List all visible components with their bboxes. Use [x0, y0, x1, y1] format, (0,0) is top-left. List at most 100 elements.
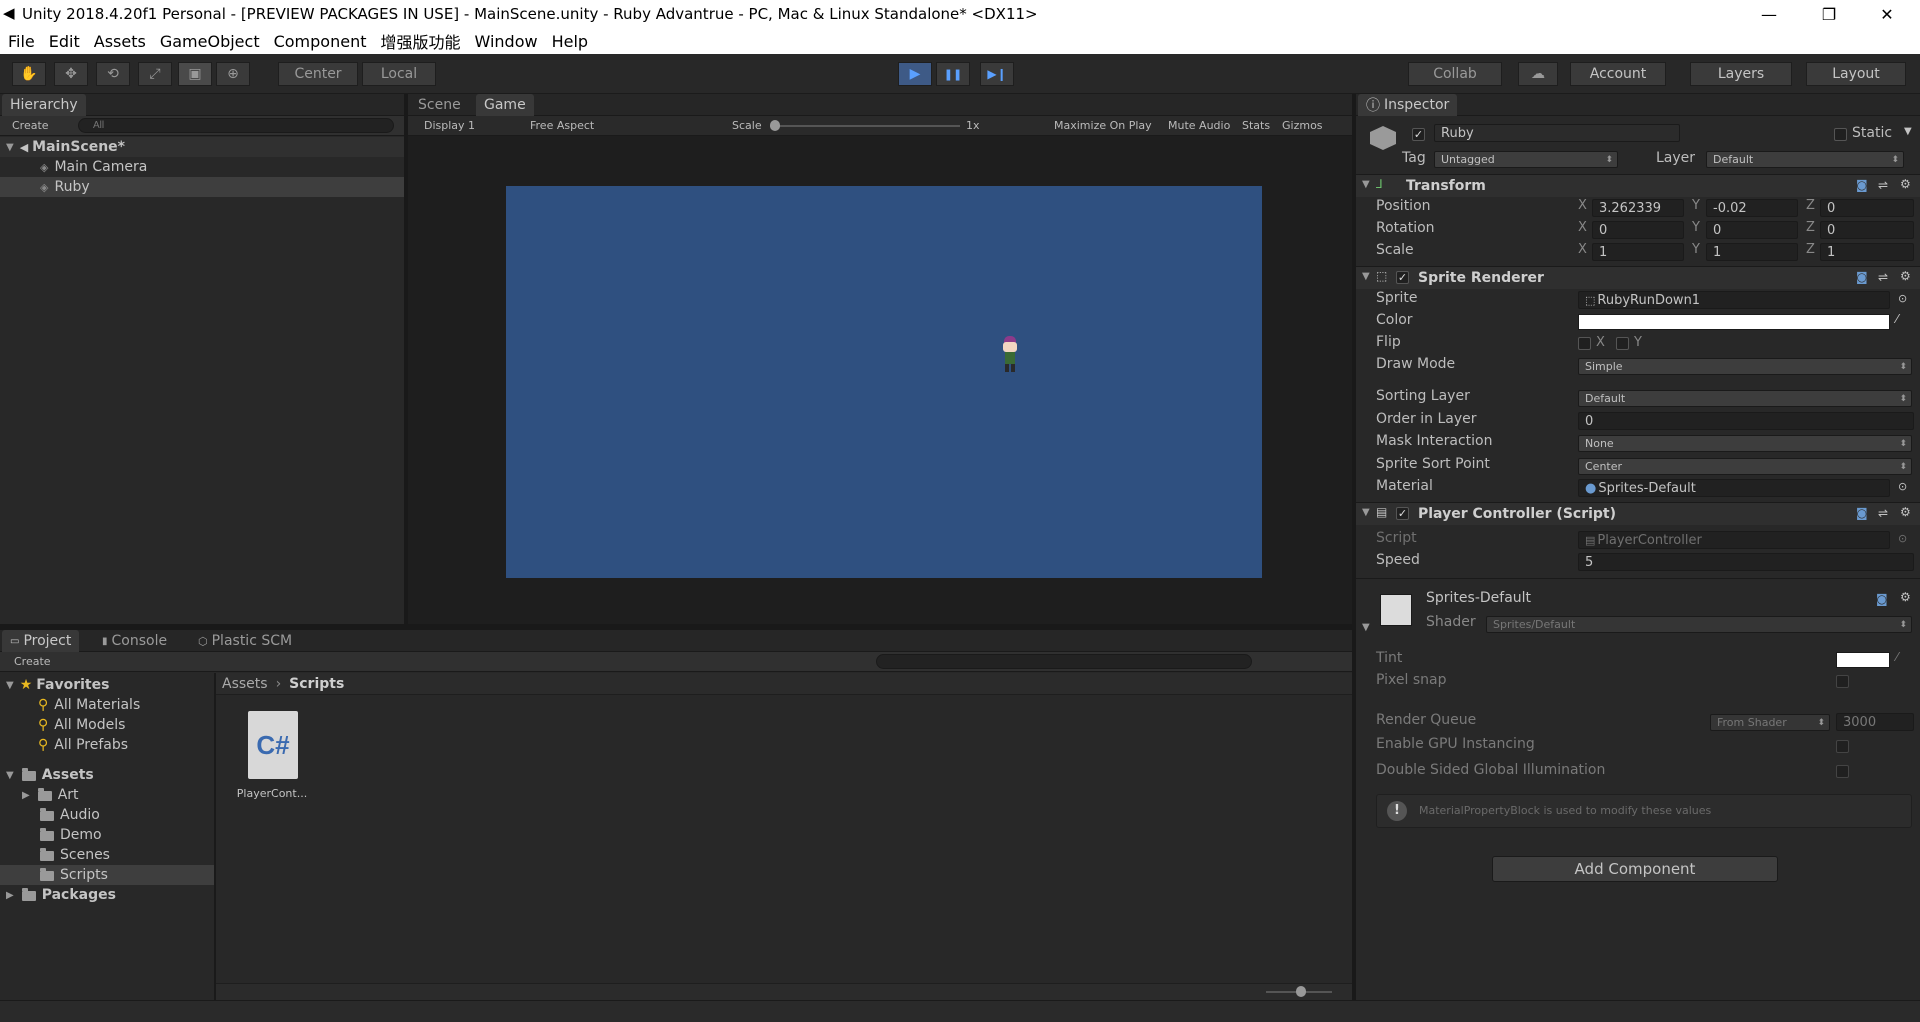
move-tool-button[interactable]: ✥ [54, 62, 88, 86]
gizmos-dropdown[interactable]: Gizmos [1282, 119, 1323, 132]
minimize-button[interactable]: — [1740, 0, 1798, 28]
hierarchy-create-button[interactable]: Create [12, 119, 49, 132]
player-controller-enabled-checkbox[interactable]: ✓ [1396, 507, 1409, 520]
sprite-renderer-component-header[interactable]: ▼ ⬚ ✓ Sprite Renderer ◙ ⇌ ⚙ [1356, 267, 1920, 289]
preset-icon[interactable]: ⇌ [1878, 506, 1888, 520]
asset-folder[interactable]: ▶ Art [0, 785, 214, 805]
transform-component-header[interactable]: ▼ ⅃ Transform ◙ ⇌ ⚙ [1356, 175, 1920, 197]
favorites-row[interactable]: ▼ ★ Favorites [0, 675, 214, 695]
tab-project[interactable]: ▭ Project [2, 630, 80, 652]
player-controller-component-header[interactable]: ▼ ▤ ✓ Player Controller (Script) ◙ ⇌ ⚙ [1356, 503, 1920, 525]
maximize-on-play-toggle[interactable]: Maximize On Play [1054, 119, 1152, 132]
preset-icon[interactable]: ⇌ [1878, 270, 1888, 284]
play-button[interactable]: ▶ [898, 62, 932, 86]
account-dropdown[interactable]: Account [1570, 62, 1666, 86]
tag-dropdown[interactable]: Untagged [1434, 151, 1618, 168]
menu-edit[interactable]: Edit [43, 32, 86, 51]
mute-audio-toggle[interactable]: Mute Audio [1168, 119, 1230, 132]
scale-y-field[interactable]: 1 [1706, 243, 1798, 261]
favorite-item[interactable]: ⚲ All Materials [0, 695, 214, 715]
gear-icon[interactable]: ⚙ [1900, 177, 1911, 191]
menu-gameobject[interactable]: GameObject [154, 32, 266, 51]
rotation-y-field[interactable]: 0 [1706, 221, 1798, 239]
active-checkbox[interactable]: ✓ [1412, 128, 1425, 141]
hierarchy-search-input[interactable] [78, 118, 394, 133]
menu-assets[interactable]: Assets [88, 32, 152, 51]
display-dropdown[interactable]: Display 1 [424, 119, 475, 132]
breadcrumb-root[interactable]: Assets [222, 676, 268, 692]
scale-z-field[interactable]: 1 [1820, 243, 1914, 261]
color-swatch[interactable] [1578, 314, 1890, 330]
layer-dropdown[interactable]: Default [1706, 151, 1904, 168]
draw-mode-dropdown[interactable]: Simple [1578, 358, 1912, 375]
tab-inspector[interactable]: ⓘ Inspector [1358, 94, 1458, 116]
tab-game[interactable]: Game [476, 94, 534, 116]
help-icon[interactable]: ◙ [1876, 592, 1888, 606]
object-picker-icon[interactable]: ⊙ [1898, 292, 1907, 305]
help-icon[interactable]: ◙ [1856, 270, 1868, 284]
hierarchy-item[interactable]: ◈ Ruby [0, 177, 404, 197]
scale-slider[interactable] [770, 125, 960, 127]
asset-folder-selected[interactable]: Scripts [0, 865, 214, 885]
restore-button[interactable]: ❐ [1800, 0, 1858, 28]
gear-icon[interactable]: ⚙ [1900, 505, 1911, 519]
speed-field[interactable]: 5 [1578, 553, 1914, 571]
gear-icon[interactable]: ⚙ [1900, 590, 1911, 604]
object-name-input[interactable]: Ruby [1434, 124, 1680, 142]
pivot-center-button[interactable]: Center [278, 62, 358, 86]
asset-folder[interactable]: Scenes [0, 845, 214, 865]
game-viewport[interactable] [506, 186, 1262, 578]
static-checkbox[interactable] [1834, 128, 1847, 141]
menu-enhanced[interactable]: 增强版功能 [374, 29, 466, 53]
tab-plastic-scm[interactable]: ⬡ Plastic SCM [190, 630, 300, 652]
script-file[interactable]: C# PlayerCont... [234, 711, 310, 807]
hierarchy-scene-row[interactable]: ▼ ◀ MainScene* [0, 137, 404, 157]
cloud-button[interactable]: ☁ [1518, 62, 1558, 86]
transform-tool-button[interactable]: ⊕ [216, 62, 250, 86]
tab-hierarchy[interactable]: Hierarchy [2, 94, 86, 116]
menu-component[interactable]: Component [268, 32, 373, 51]
menu-file[interactable]: File [2, 32, 41, 51]
hierarchy-item[interactable]: ◈ Main Camera [0, 157, 404, 177]
material-field[interactable]: ● Sprites-Default [1578, 479, 1890, 497]
hand-tool-button[interactable]: ✋ [12, 62, 46, 86]
sprite-sort-point-dropdown[interactable]: Center [1578, 458, 1912, 475]
tab-scene[interactable]: Scene [410, 94, 469, 116]
object-picker-icon[interactable]: ⊙ [1898, 480, 1907, 493]
tab-console[interactable]: ▮ Console [94, 630, 175, 652]
sprite-renderer-enabled-checkbox[interactable]: ✓ [1396, 271, 1409, 284]
rotation-z-field[interactable]: 0 [1820, 221, 1914, 239]
layers-dropdown[interactable]: Layers [1690, 62, 1792, 86]
help-icon[interactable]: ◙ [1856, 506, 1868, 520]
layout-dropdown[interactable]: Layout [1806, 62, 1906, 86]
help-icon[interactable]: ◙ [1856, 178, 1868, 192]
sorting-layer-dropdown[interactable]: Default [1578, 390, 1912, 407]
assets-row[interactable]: ▼ Assets [0, 765, 214, 785]
position-x-field[interactable]: 3.262339 [1592, 199, 1684, 217]
breadcrumb-current[interactable]: Scripts [289, 676, 344, 692]
sprite-field[interactable]: ⬚ RubyRunDown1 [1578, 291, 1890, 309]
mask-interaction-dropdown[interactable]: None [1578, 435, 1912, 452]
favorite-item[interactable]: ⚲ All Models [0, 715, 214, 735]
collab-dropdown[interactable]: Collab [1408, 62, 1502, 86]
gear-icon[interactable]: ⚙ [1900, 269, 1911, 283]
menu-window[interactable]: Window [469, 32, 544, 51]
packages-row[interactable]: ▶ Packages [0, 885, 214, 905]
scale-x-field[interactable]: 1 [1592, 243, 1684, 261]
pivot-local-button[interactable]: Local [362, 62, 436, 86]
preset-icon[interactable]: ⇌ [1878, 178, 1888, 192]
flip-y-checkbox[interactable] [1616, 337, 1629, 350]
scale-tool-button[interactable]: ⤢ [138, 62, 172, 86]
aspect-dropdown[interactable]: Free Aspect [530, 119, 594, 132]
asset-folder[interactable]: Demo [0, 825, 214, 845]
step-button[interactable]: ▶❙ [980, 62, 1014, 86]
static-dropdown-arrow-icon[interactable]: ▼ [1904, 126, 1912, 137]
eyedropper-icon[interactable]: ⁄ [1896, 312, 1898, 326]
stats-toggle[interactable]: Stats [1242, 119, 1270, 132]
project-search-input[interactable] [876, 654, 1252, 669]
position-z-field[interactable]: 0 [1820, 199, 1914, 217]
add-component-button[interactable]: Add Component [1492, 856, 1778, 882]
order-in-layer-field[interactable]: 0 [1578, 412, 1914, 430]
close-button[interactable]: ✕ [1858, 0, 1916, 28]
position-y-field[interactable]: -0.02 [1706, 199, 1798, 217]
